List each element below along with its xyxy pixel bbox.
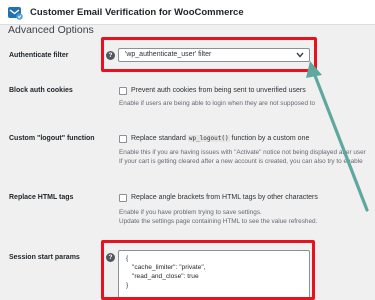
block-auth-cookies-label: Block auth cookies [9,87,73,94]
block-auth-cookies-help: Enable if users are being able to login … [119,100,316,107]
session-start-params-textarea[interactable]: { "cache_limiter": "private", "read_and_… [118,250,310,300]
authenticate-filter-label: Authenticate filter [9,52,69,59]
question-icon[interactable]: ? [106,253,115,262]
custom-logout-checkbox-label[interactable]: Replace standard wp_logout() function by… [131,135,309,142]
custom-logout-label-after: function by a custom one [231,135,310,142]
authenticate-filter-select[interactable]: 'wp_authenticate_user' filter [118,48,310,62]
chevron-down-icon [296,52,304,58]
custom-logout-help-line2: If your cart is getting cleared after a … [119,158,363,165]
session-start-params-label: Session start params [9,254,80,261]
custom-logout-label-before: Replace standard [131,135,186,142]
block-auth-cookies-checkbox[interactable] [119,87,127,95]
code-line: "cache_limiter": "private", [132,264,206,271]
authenticate-filter-value: 'wp_authenticate_user' filter [125,51,212,58]
logout-function-code: wp_logout() [187,135,230,142]
annotation-arrow-icon [306,61,369,212]
replace-html-tags-help-line2: Update the settings page containing HTML… [119,218,318,225]
section-title: Advanced Options [8,24,94,36]
code-line: "read_and_close": true [132,273,199,280]
plugin-header: Customer Email Verification for WooComme… [0,0,375,25]
question-icon[interactable]: ? [106,51,115,60]
settings-page: Customer Email Verification for WooComme… [0,0,375,300]
plugin-title: Customer Email Verification for WooComme… [30,7,244,18]
replace-html-tags-checkbox[interactable] [119,194,127,202]
replace-html-tags-label: Replace HTML tags [9,194,74,201]
custom-logout-checkbox[interactable] [119,135,127,143]
replace-html-tags-checkbox-label[interactable]: Replace angle brackets from HTML tags by… [131,194,318,201]
code-line: } [126,282,129,289]
code-line: { [126,255,129,262]
custom-logout-label: Custom "logout" function [9,135,95,142]
plugin-logo-icon [8,7,23,20]
block-auth-cookies-checkbox-label[interactable]: Prevent auth cookies from being sent to … [131,87,306,94]
